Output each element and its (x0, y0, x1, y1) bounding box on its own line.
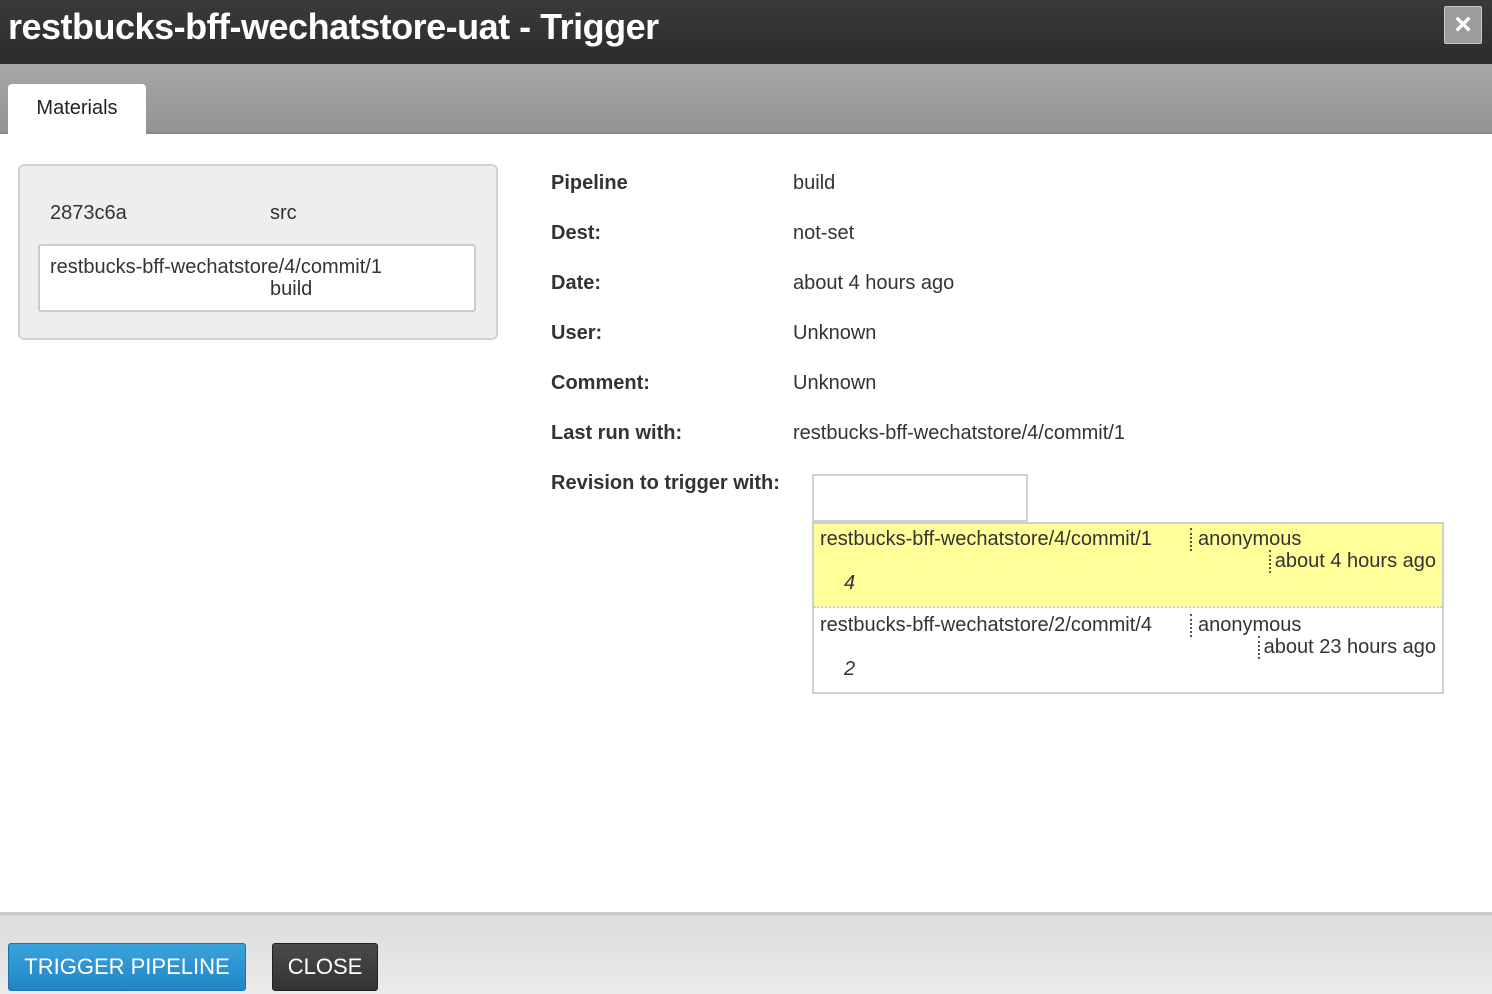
suggestion-revision: restbucks-bff-wechatstore/2/commit/4 (820, 614, 1152, 636)
suggestion-user: anonymous (1190, 614, 1301, 637)
selected-revision-box: restbucks-bff-wechatstore/4/commit/1 bui… (38, 244, 476, 312)
revision-input[interactable] (812, 474, 1028, 522)
suggestion-user: anonymous (1190, 528, 1301, 551)
dialog-titlebar: restbucks-bff-wechatstore-uat - Trigger … (0, 0, 1492, 64)
suggestion-time: about 4 hours ago (1268, 550, 1436, 573)
date-value: about 4 hours ago (793, 272, 955, 294)
suggestion-time: about 23 hours ago (1257, 636, 1436, 659)
dest-value: not-set (793, 222, 855, 244)
suggestion-item[interactable]: restbucks-bff-wechatstore/2/commit/4 ano… (814, 610, 1442, 694)
close-icon[interactable]: × (1444, 6, 1482, 44)
pipeline-label: Pipeline (551, 172, 628, 194)
suggestion-item[interactable]: restbucks-bff-wechatstore/4/commit/1 ano… (814, 524, 1442, 608)
user-value: Unknown (793, 322, 877, 344)
material-card[interactable]: 2873c6a src restbucks-bff-wechatstore/4/… (18, 164, 498, 340)
suggestion-label: 4 (844, 572, 856, 594)
comment-value: Unknown (793, 372, 877, 394)
suggestion-label: 2 (844, 658, 856, 680)
last-run-label: Last run with: (551, 422, 683, 444)
tab-bar: Materials (0, 64, 1492, 134)
last-run-value: restbucks-bff-wechatstore/4/commit/1 (793, 422, 1125, 444)
user-label: User: (551, 322, 603, 344)
dest-label: Dest: (551, 222, 602, 244)
revision-label: Revision to trigger with: (551, 472, 780, 494)
dialog-title: restbucks-bff-wechatstore-uat - Trigger (8, 6, 659, 47)
revision-suggestions: restbucks-bff-wechatstore/4/commit/1 ano… (812, 522, 1444, 694)
date-label: Date: (551, 272, 602, 294)
pipeline-value: build (793, 172, 836, 194)
dialog-footer: TRIGGER PIPELINE CLOSE (0, 912, 1492, 994)
material-folder: src (270, 202, 297, 224)
comment-label: Comment: (551, 372, 650, 394)
tab-materials[interactable]: Materials (8, 84, 146, 134)
material-revision: 2873c6a (50, 202, 127, 224)
selected-revision: restbucks-bff-wechatstore/4/commit/1 (50, 256, 382, 278)
selected-material-name: build (270, 278, 313, 300)
close-button[interactable]: CLOSE (272, 943, 378, 991)
trigger-pipeline-button[interactable]: TRIGGER PIPELINE (8, 943, 246, 991)
suggestion-revision: restbucks-bff-wechatstore/4/commit/1 (820, 528, 1152, 550)
